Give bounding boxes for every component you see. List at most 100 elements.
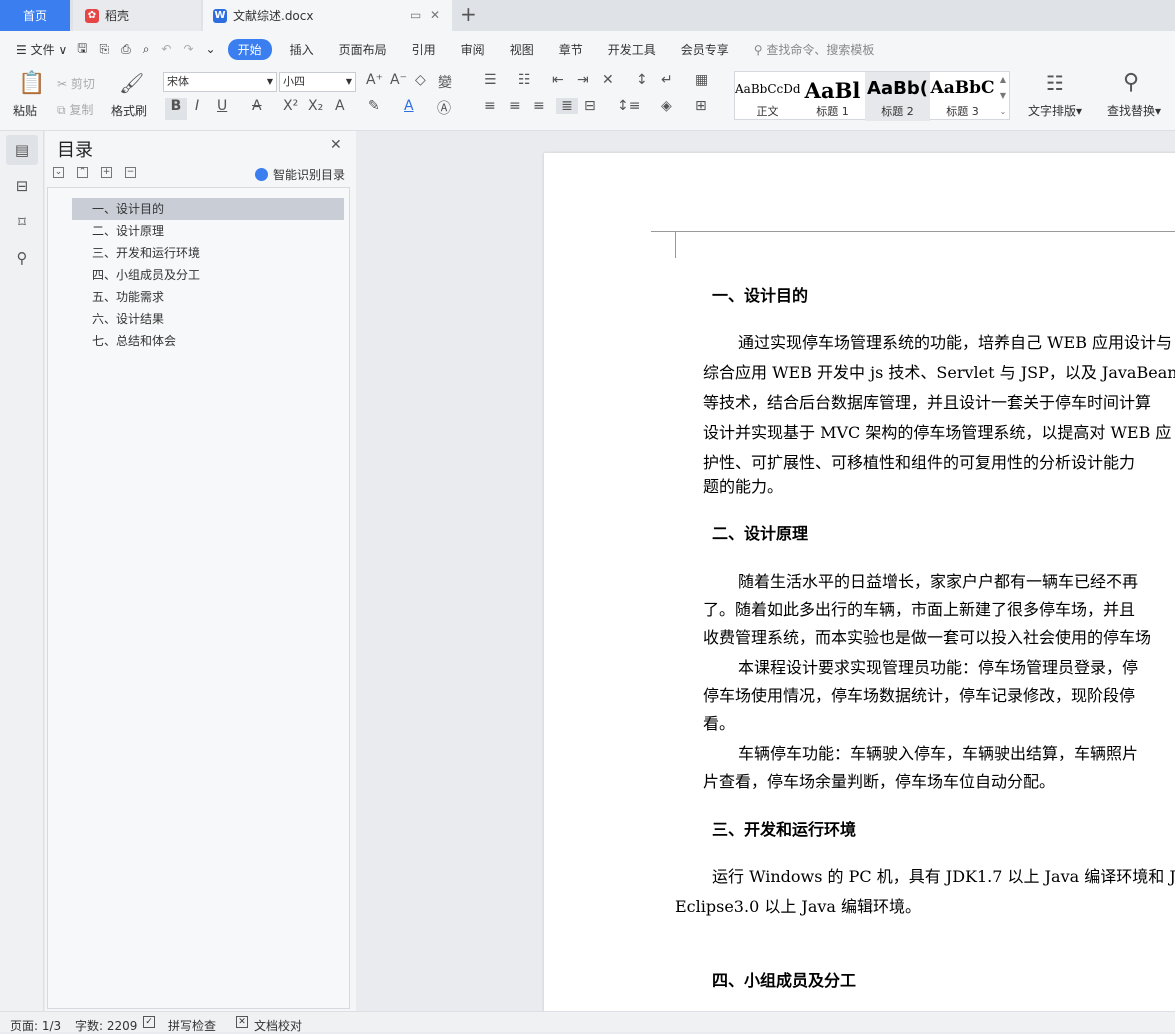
- save-icon[interactable]: 🖫: [77, 39, 87, 60]
- toc-item[interactable]: 六、设计结果: [72, 308, 344, 330]
- align-center-icon[interactable]: ≡: [509, 98, 521, 114]
- paste-icon[interactable]: 📋: [18, 71, 45, 96]
- undo-icon[interactable]: ↶: [161, 42, 171, 56]
- command-search-placeholder: 查找命令、搜索模板: [766, 42, 875, 57]
- style-heading-2[interactable]: AaBb( 标题 2: [865, 72, 930, 121]
- bold-icon[interactable]: B: [165, 98, 187, 120]
- document-page[interactable]: 一、设计目的 通过实现停车场管理系统的功能，培养自己 WEB 应用设计与 综合应…: [544, 153, 1175, 1013]
- strikethrough-icon[interactable]: A: [252, 98, 262, 114]
- font-family-select[interactable]: 宋体 ▼: [163, 72, 277, 92]
- menu-tab-chapter[interactable]: 章节: [559, 41, 583, 58]
- show-marks-icon[interactable]: ↵: [661, 72, 673, 88]
- copy-button[interactable]: ⧉ 复制: [57, 101, 93, 118]
- print-preview-icon[interactable]: ⌕: [143, 42, 150, 57]
- toc-icon[interactable]: ▤: [6, 135, 38, 165]
- align-right-icon[interactable]: ≡: [533, 98, 545, 114]
- format-painter-button[interactable]: 格式刷: [111, 102, 147, 119]
- numbered-list-icon[interactable]: ☷: [518, 72, 531, 88]
- table-grid-icon[interactable]: ▦: [695, 72, 708, 88]
- style-heading-1[interactable]: AaBl 标题 1: [800, 72, 865, 121]
- toc-item[interactable]: 四、小组成员及分工: [72, 264, 344, 286]
- menu-tab-insert[interactable]: 插入: [290, 41, 314, 58]
- distribute-icon[interactable]: ⊟: [584, 98, 596, 114]
- char-border-icon[interactable]: Ⓐ: [437, 98, 451, 118]
- justify-icon[interactable]: ≣: [556, 98, 578, 114]
- paste-button[interactable]: 粘贴: [13, 102, 37, 119]
- toc-item[interactable]: 七、总结和体会: [72, 330, 344, 352]
- menu-tab-layout[interactable]: 页面布局: [339, 41, 387, 58]
- grow-font-icon[interactable]: A⁺: [366, 72, 383, 88]
- redo-icon[interactable]: ↷: [183, 42, 193, 56]
- tab-daoke[interactable]: ✿ 稻壳: [73, 0, 201, 31]
- format-painter-icon[interactable]: 🖌: [119, 71, 144, 95]
- file-menu[interactable]: ☰ 文件 ∨: [16, 41, 67, 58]
- close-icon[interactable]: ✕: [330, 137, 342, 153]
- menu-tab-review[interactable]: 审阅: [461, 41, 485, 58]
- line-spacing-icon[interactable]: ↕≡: [617, 98, 640, 114]
- proofread-icon[interactable]: ✕: [236, 1016, 248, 1028]
- shrink-font-icon[interactable]: A⁻: [390, 72, 407, 88]
- bullet-list-icon[interactable]: ☰: [484, 72, 497, 88]
- find-replace-button[interactable]: 查找替换▾: [1107, 102, 1161, 119]
- sort-icon[interactable]: ↕: [636, 72, 648, 88]
- superscript-icon[interactable]: X²: [283, 98, 298, 114]
- float-window-icon[interactable]: ▭: [410, 8, 421, 22]
- body-line: 本课程设计要求实现管理员功能：停车场管理员登录，停: [738, 658, 1139, 677]
- toc-item[interactable]: 一、设计目的: [72, 198, 344, 220]
- increase-indent-icon[interactable]: ⇥: [577, 72, 589, 88]
- quick-access-dropdown-icon[interactable]: ⌄: [206, 42, 216, 56]
- clear-format-icon[interactable]: ◇: [415, 72, 426, 88]
- remove-heading-icon[interactable]: −: [125, 167, 136, 178]
- highlight-icon[interactable]: ✎: [368, 98, 380, 114]
- add-heading-icon[interactable]: +: [101, 167, 112, 178]
- text-layout-button[interactable]: 文字排版▾: [1028, 102, 1082, 119]
- page-indicator[interactable]: 页面: 1/3: [10, 1017, 61, 1034]
- decrease-indent-icon[interactable]: ⇤: [552, 72, 564, 88]
- body-line: 设计并实现基于 MVC 架构的停车场管理系统，以提高对 WEB 应: [703, 423, 1172, 442]
- borders-icon[interactable]: ⊞: [695, 98, 707, 114]
- export-pdf-icon[interactable]: ⎘: [99, 42, 109, 57]
- toc-item[interactable]: 五、功能需求: [72, 286, 344, 308]
- expand-all-icon[interactable]: ⌃: [77, 167, 88, 178]
- menu-tab-developer[interactable]: 开发工具: [608, 41, 656, 58]
- chinese-layout-icon[interactable]: ✕: [602, 72, 614, 88]
- cut-button[interactable]: ✂ 剪切: [57, 75, 95, 92]
- new-tab-icon[interactable]: +: [460, 2, 477, 26]
- toc-item[interactable]: 三、开发和运行环境: [72, 242, 344, 264]
- menu-tab-references[interactable]: 引用: [412, 41, 436, 58]
- chevron-down-icon: ▼: [345, 77, 352, 86]
- spell-check-icon[interactable]: ✓: [143, 1016, 155, 1028]
- spell-check-button[interactable]: 拼写检查: [168, 1017, 216, 1034]
- font-size-select[interactable]: 小四 ▼: [279, 72, 356, 92]
- tab-document[interactable]: W 文献综述.docx ▭ ✕: [203, 0, 452, 31]
- chapter-nav-icon[interactable]: ⊟: [6, 171, 38, 201]
- style-heading-3[interactable]: AaBbC 标题 3: [930, 72, 995, 121]
- italic-icon[interactable]: I: [195, 98, 199, 114]
- bookmark-icon[interactable]: ⌑: [6, 207, 38, 237]
- tab-home[interactable]: 首页: [0, 0, 70, 31]
- word-doc-icon: W: [213, 8, 227, 23]
- command-search[interactable]: ⚲ 查找命令、搜索模板: [754, 41, 875, 58]
- shading-icon[interactable]: ◈: [661, 98, 672, 114]
- collapse-all-icon[interactable]: ⌄: [53, 167, 64, 178]
- font-color-icon[interactable]: A: [404, 98, 414, 114]
- text-effect-icon[interactable]: A: [335, 98, 345, 114]
- menu-tab-member[interactable]: 会员专享: [681, 41, 729, 58]
- body-line: 收费管理系统，而本实验也是做一套可以投入社会使用的停车场: [703, 628, 1152, 647]
- smart-toc-button[interactable]: 智能识别目录: [255, 166, 345, 183]
- search-icon[interactable]: ⚲: [6, 243, 38, 273]
- body-line: 停车场使用情况，停车场数据统计，停车记录修改，现阶段停: [703, 686, 1136, 705]
- menu-tab-home[interactable]: 开始: [227, 38, 272, 60]
- styles-scroll[interactable]: ▲ ▼ ⌄: [997, 72, 1009, 120]
- print-icon[interactable]: ⎙: [121, 42, 131, 57]
- align-left-icon[interactable]: ≡: [484, 98, 496, 114]
- underline-icon[interactable]: U: [217, 98, 227, 114]
- word-count[interactable]: 字数: 2209: [75, 1017, 137, 1034]
- style-normal[interactable]: AaBbCcDd 正文: [735, 72, 800, 121]
- menu-tab-view[interactable]: 视图: [510, 41, 534, 58]
- toc-item[interactable]: 二、设计原理: [72, 220, 344, 242]
- proofread-button[interactable]: 文档校对: [254, 1017, 302, 1034]
- subscript-icon[interactable]: X₂: [308, 98, 323, 114]
- close-tab-icon[interactable]: ✕: [430, 8, 440, 22]
- phonetic-icon[interactable]: 變: [438, 72, 452, 92]
